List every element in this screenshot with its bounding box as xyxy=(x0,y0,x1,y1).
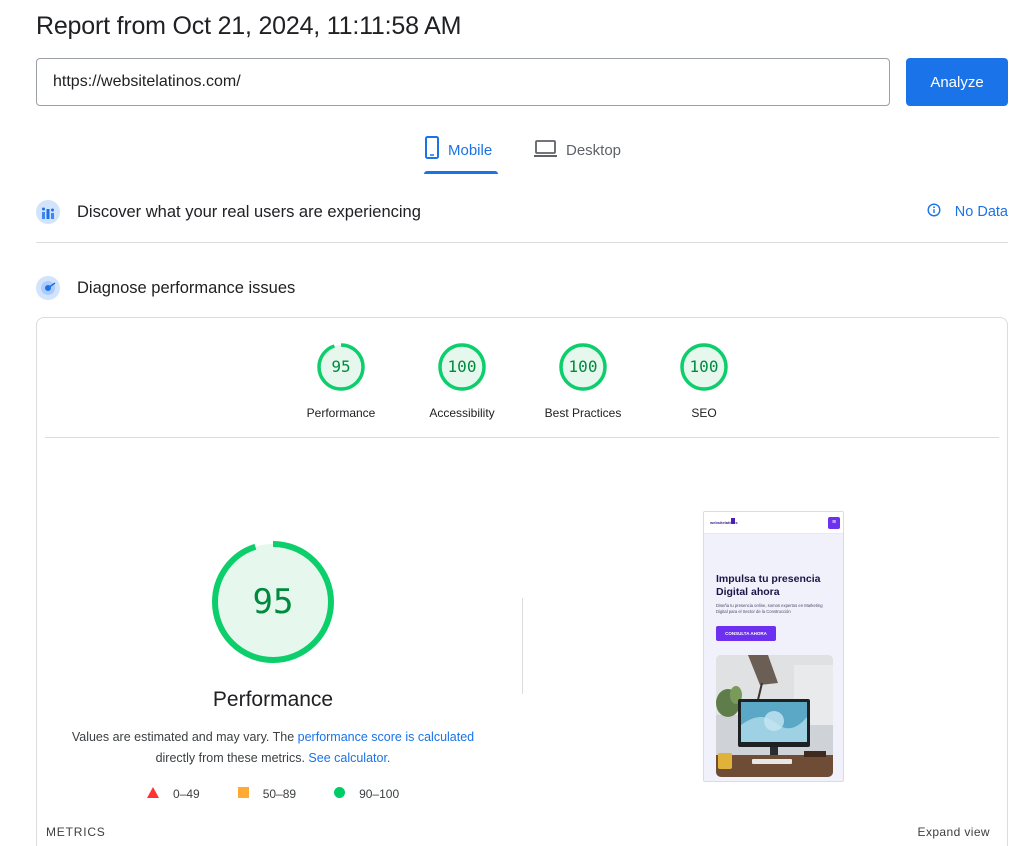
gauge-accessibility-score: 100 xyxy=(447,357,477,376)
desc-text-2: directly from these metrics. xyxy=(155,751,309,765)
tab-mobile-label: Mobile xyxy=(448,142,493,159)
performance-score-large: 95 xyxy=(252,582,294,622)
performance-heading: Performance xyxy=(212,688,334,711)
tab-mobile[interactable]: Mobile xyxy=(424,133,498,173)
gauge-best-practices[interactable]: 100 Best Practices xyxy=(533,342,633,420)
see-calculator-link[interactable]: See calculator. xyxy=(308,751,390,765)
gauge-accessibility-label: Accessibility xyxy=(429,406,495,420)
lighthouse-radar-icon xyxy=(36,276,60,300)
preview-hero-title: Impulsa tu presencia Digital ahora xyxy=(716,573,821,598)
gauge-seo[interactable]: 100 SEO xyxy=(654,342,754,420)
card-divider xyxy=(45,437,999,438)
legend-pass: 90–100 xyxy=(334,787,399,801)
gauge-performance[interactable]: 95 Performance xyxy=(291,342,391,420)
gauge-best-practices-label: Best Practices xyxy=(544,406,622,420)
tab-desktop[interactable]: Desktop xyxy=(534,133,626,173)
legend-fail-range: 0–49 xyxy=(173,787,200,801)
vertical-separator xyxy=(522,598,523,694)
final-screenshot-preview[interactable]: websitelatinos ≡ Impulsa tu presencia Di… xyxy=(703,511,844,782)
lighthouse-report-card: 95 Performance 100 Accessibility 100 Bes… xyxy=(36,317,1008,846)
gauge-seo-score: 100 xyxy=(689,357,719,376)
legend-average: 50–89 xyxy=(237,787,297,801)
score-calculated-link[interactable]: performance score is calculated xyxy=(298,730,474,744)
smartphone-icon xyxy=(424,133,440,159)
preview-logo-mark xyxy=(731,518,735,524)
tab-active-indicator xyxy=(424,171,498,174)
gauge-performance-score: 95 xyxy=(331,357,351,376)
desktop-icon xyxy=(534,133,558,159)
legend-average-range: 50–89 xyxy=(262,787,297,801)
preview-desk-photo xyxy=(716,655,833,777)
metrics-section-label: METRICS xyxy=(46,825,106,839)
section-divider xyxy=(36,242,1008,243)
legend-fail: 0–49 xyxy=(147,787,200,801)
analyze-button[interactable]: Analyze xyxy=(906,58,1008,106)
triangle-fail-icon xyxy=(147,787,159,801)
gauge-performance-label: Performance xyxy=(306,406,376,420)
preview-cta-button: CONSULTA AHORA xyxy=(716,626,776,641)
url-input[interactable] xyxy=(36,58,890,106)
gauge-seo-label: SEO xyxy=(691,406,717,420)
crux-section-header: Discover what your real users are experi… xyxy=(36,192,1008,232)
performance-gauge-large: 95 xyxy=(211,540,335,664)
info-icon xyxy=(927,203,941,221)
crux-title: Discover what your real users are experi… xyxy=(77,202,421,221)
preview-hero-subtitle: Diseña tu presencia online, somos expert… xyxy=(716,603,823,614)
square-average-icon xyxy=(237,787,249,801)
users-chart-icon xyxy=(36,200,60,224)
score-legend: 0–49 50–89 90–100 xyxy=(147,787,437,801)
gauge-best-practices-score: 100 xyxy=(568,357,598,376)
diagnose-title: Diagnose performance issues xyxy=(77,278,296,297)
no-data-status[interactable]: No Data xyxy=(927,203,1008,221)
hamburger-menu-icon: ≡ xyxy=(828,517,840,529)
tab-desktop-label: Desktop xyxy=(566,142,622,159)
performance-description: Values are estimated and may vary. The p… xyxy=(67,727,479,769)
preview-navbar: websitelatinos ≡ xyxy=(704,512,843,534)
diagnose-section-header: Diagnose performance issues xyxy=(36,268,1008,308)
device-tabs: Mobile Desktop xyxy=(0,133,1024,175)
desc-text-1: Values are estimated and may vary. The xyxy=(71,730,298,744)
circle-pass-icon xyxy=(334,787,346,801)
report-title: Report from Oct 21, 2024, 11:11:58 AM xyxy=(36,12,462,40)
expand-view-toggle[interactable]: Expand view xyxy=(918,825,990,839)
legend-pass-range: 90–100 xyxy=(359,787,400,801)
gauge-accessibility[interactable]: 100 Accessibility xyxy=(412,342,512,420)
no-data-label: No Data xyxy=(954,204,1008,220)
